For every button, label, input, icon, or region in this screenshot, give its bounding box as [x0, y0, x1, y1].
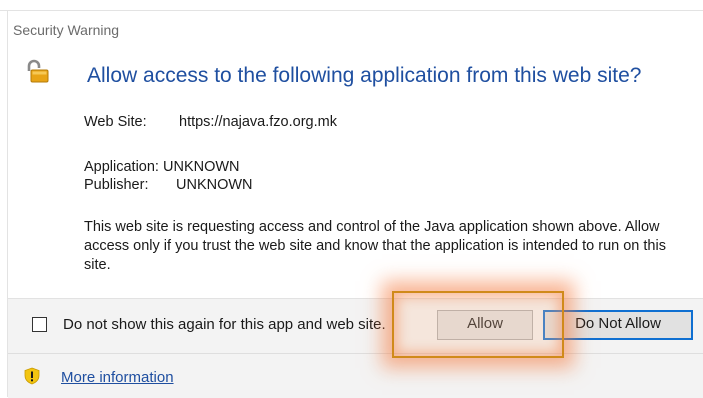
security-warning-dialog: Security Warning Allow access to the fol…: [0, 0, 703, 398]
dialog-top-border: [0, 10, 703, 11]
application-label: Application:: [84, 159, 159, 175]
dont-show-again-checkbox[interactable]: [32, 317, 47, 332]
website-label: Web Site:: [84, 114, 147, 130]
website-row: Web Site: https://najava.fzo.org.mk: [84, 114, 337, 130]
dialog-heading: Allow access to the following applicatio…: [87, 64, 642, 87]
shield-warning-icon: [24, 367, 40, 385]
application-row: Application: UNKNOWN: [84, 159, 240, 175]
footer-divider: [8, 353, 703, 354]
website-value: https://najava.fzo.org.mk: [179, 114, 337, 130]
publisher-value: UNKNOWN: [176, 177, 253, 193]
description-text: This web site is requesting access and c…: [84, 219, 666, 273]
more-information-link[interactable]: More information: [61, 369, 174, 386]
publisher-label: Publisher:: [84, 177, 149, 193]
dialog-title: Security Warning: [13, 22, 120, 38]
publisher-row: Publisher: UNKNOWN: [84, 177, 253, 193]
do-not-allow-button[interactable]: Do Not Allow: [543, 310, 693, 340]
dont-show-again-label[interactable]: Do not show this again for this app and …: [63, 316, 386, 333]
application-value: UNKNOWN: [163, 159, 240, 175]
padlock-unlocked-icon: [27, 59, 49, 83]
allow-button[interactable]: Allow: [437, 310, 533, 340]
